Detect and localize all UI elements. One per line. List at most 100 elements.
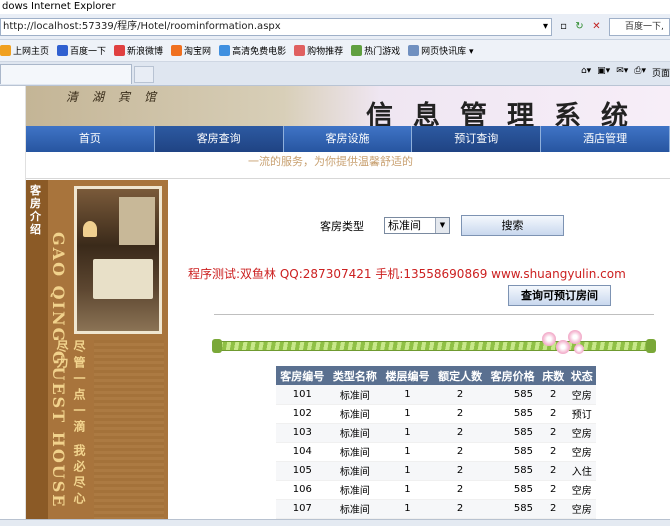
search-button[interactable]: 搜索 (461, 215, 564, 236)
query-reservable-button[interactable]: 查询可预订房间 (508, 285, 611, 306)
flower-icon (568, 330, 582, 344)
table-row: 102 标准间 1 2 585 2 预订 (276, 404, 596, 424)
fav-weibo[interactable]: 新浪微博 (114, 44, 163, 57)
dropdown-arrow-icon[interactable]: ▾ (538, 19, 553, 34)
cell-floor: 1 (381, 385, 434, 405)
game-icon (351, 45, 363, 56)
favorites-bar: 上网主页 百度一下 新浪微博 淘宝网 高清免费电影 购物推荐 热门游戏 网页快讯… (0, 40, 670, 62)
nav-hotel-admin[interactable]: 酒店管理 (541, 126, 670, 152)
cell-type: 标准间 (328, 423, 382, 443)
cell-type: 标准间 (328, 442, 382, 462)
room-type-label: 客房类型 (320, 220, 364, 233)
content-divider (214, 314, 654, 315)
shopping-icon (294, 45, 306, 56)
col-status: 状态 (567, 366, 596, 385)
stop-icon[interactable]: ✕ (589, 19, 604, 34)
table-header-row: 客房编号 类型名称 楼层编号 额定人数 客房价格 床数 状态 (276, 366, 596, 385)
fav-taobao[interactable]: 淘宝网 (171, 44, 211, 57)
flower-icon (574, 344, 584, 354)
hotel-name: 清湖宾馆 (66, 90, 171, 104)
photo-bed (93, 259, 153, 299)
cell-capacity: 2 (433, 385, 487, 405)
address-bar: http://localhost:57339/程序/Hotel/roominfo… (0, 14, 670, 40)
chevron-down-icon[interactable]: ▼ (435, 218, 449, 233)
nav-home[interactable]: 首页 (26, 126, 155, 152)
cell-price: 585 (486, 404, 539, 424)
taobao-icon (171, 45, 183, 56)
site-banner: 清湖宾馆 信息管理系统 (26, 86, 670, 132)
cell-capacity: 2 (433, 404, 487, 424)
rope-knot-left (212, 339, 222, 353)
nav-reservations[interactable]: 预订查询 (412, 126, 542, 152)
cell-room-no: 107 (276, 499, 329, 519)
table-row: 105 标准间 1 2 585 2 入住 (276, 461, 596, 481)
cell-price: 585 (486, 423, 539, 443)
rope-knot-right (646, 339, 656, 353)
col-type: 类型名称 (328, 366, 382, 385)
room-table: 客房编号 类型名称 楼层编号 额定人数 客房价格 床数 状态 101 标准间 1 2 5… (276, 366, 596, 519)
table-row: 107 标准间 1 2 585 2 空房 (276, 499, 596, 519)
cell-capacity: 2 (433, 461, 487, 481)
cell-beds: 2 (538, 423, 568, 443)
col-beds: 床数 (538, 366, 568, 385)
search-input[interactable]: 百度一下, (609, 18, 670, 36)
tab-current[interactable] (0, 64, 132, 84)
fav-games[interactable]: 热门游戏 (351, 44, 400, 57)
cell-beds: 2 (538, 385, 568, 405)
cell-floor: 1 (381, 404, 434, 424)
room-intro-sidebar: 客房介绍 GAO QING GUEST HOUSE 尽管一点一滴 我必尽心尽力 (26, 180, 168, 526)
fav-shopping[interactable]: 购物推荐 (294, 44, 343, 57)
col-room-no: 客房编号 (276, 366, 329, 385)
tab-bar: ⌂▾ ▣▾ ✉▾ ⎙▾ 页面 (0, 62, 670, 86)
url-field[interactable]: http://localhost:57339/程序/Hotel/roominfo… (0, 18, 552, 36)
cell-room-no: 105 (276, 461, 329, 481)
cell-status: 空房 (567, 385, 596, 405)
movie-icon (219, 45, 231, 56)
page-gutter (0, 86, 26, 526)
room-type-select[interactable]: 标准间 ▼ (384, 217, 450, 234)
fav-baidu[interactable]: 百度一下 (57, 44, 106, 57)
cell-capacity: 2 (433, 499, 487, 519)
contact-info: 程序测试:双鱼林 QQ:287307421 手机:13558690869 www… (188, 267, 626, 281)
new-tab-button[interactable] (134, 66, 154, 83)
photo-lamp (83, 221, 97, 237)
cell-status: 空房 (567, 423, 596, 443)
print-icon[interactable]: ⎙▾ (634, 66, 646, 79)
cell-beds: 2 (538, 499, 568, 519)
nav-room-search[interactable]: 客房查询 (154, 126, 284, 152)
fav-home[interactable]: 上网主页 (0, 44, 49, 57)
sidebar-title: 客房介绍 (30, 184, 41, 236)
cell-floor: 1 (381, 442, 434, 462)
nav-facilities[interactable]: 客房设施 (283, 126, 413, 152)
feeds-icon[interactable]: ▣▾ (597, 66, 610, 79)
sidebar-motto: 尽管一点一滴 我必尽心尽力 (55, 340, 86, 509)
cell-beds: 2 (538, 480, 568, 500)
page-menu[interactable]: 页面 (652, 66, 670, 79)
cell-status: 空房 (567, 480, 596, 500)
fav-webslices[interactable]: 网页快讯库 ▾ (408, 44, 474, 57)
compat-view-icon[interactable]: ▫ (556, 19, 571, 34)
table-row: 104 标准间 1 2 585 2 空房 (276, 442, 596, 462)
cell-status: 空房 (567, 442, 596, 462)
table-row: 101 标准间 1 2 585 2 空房 (276, 385, 596, 405)
decorative-rope (214, 341, 654, 351)
cell-status: 空房 (567, 499, 596, 519)
cell-type: 标准间 (328, 499, 382, 519)
sidebar-pattern (94, 340, 164, 520)
col-price: 客房价格 (486, 366, 539, 385)
weibo-icon (114, 45, 126, 56)
cell-price: 585 (486, 480, 539, 500)
webslice-icon (408, 45, 420, 56)
mail-icon[interactable]: ✉▾ (616, 66, 628, 79)
fav-movies[interactable]: 高清免费电影 (219, 44, 286, 57)
home-icon[interactable]: ⌂▾ (581, 66, 591, 79)
cell-room-no: 103 (276, 423, 329, 443)
cell-capacity: 2 (433, 442, 487, 462)
command-bar: ⌂▾ ▣▾ ✉▾ ⎙▾ 页面 (581, 66, 670, 79)
refresh-icon[interactable]: ↻ (572, 19, 587, 34)
cell-type: 标准间 (328, 480, 382, 500)
cell-capacity: 2 (433, 423, 487, 443)
cell-floor: 1 (381, 461, 434, 481)
table-row: 106 标准间 1 2 585 2 空房 (276, 480, 596, 500)
baidu-icon (57, 45, 69, 56)
